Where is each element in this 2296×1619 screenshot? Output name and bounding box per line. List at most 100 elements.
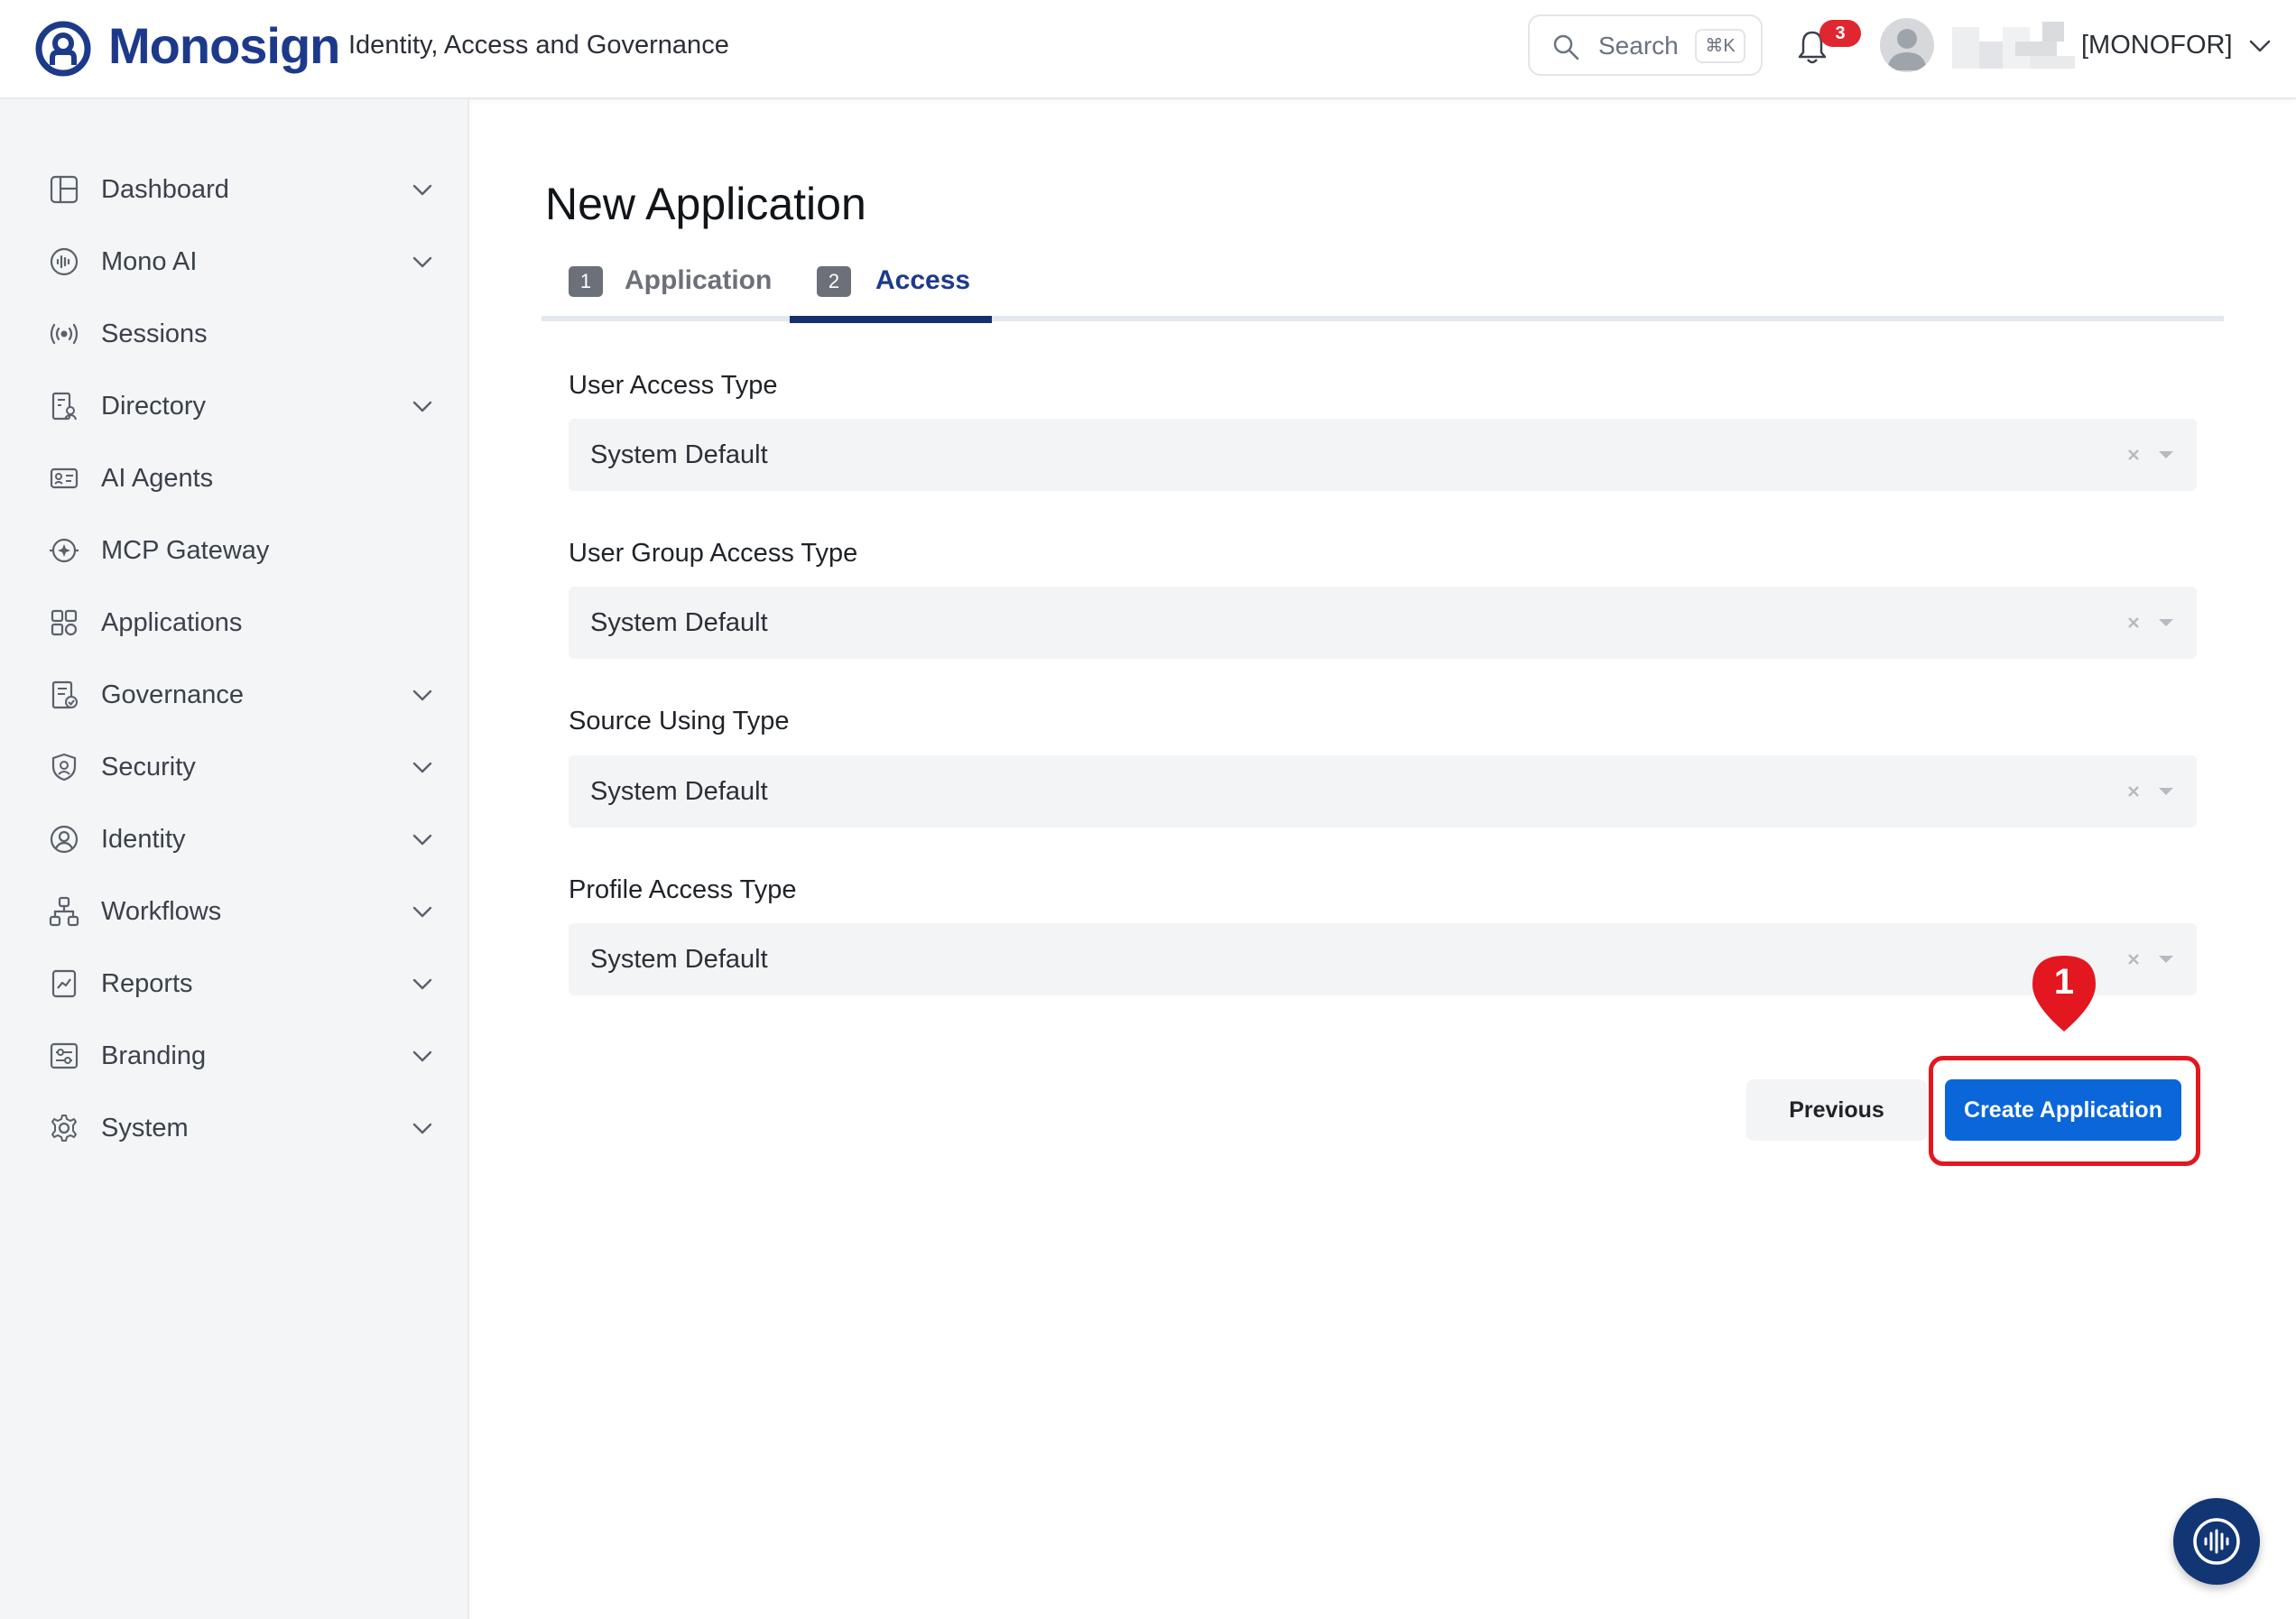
ai-waveform-icon bbox=[50, 247, 79, 276]
sidebar-item-identity[interactable]: Identity bbox=[0, 810, 469, 867]
gateway-icon bbox=[50, 538, 79, 563]
sidebar-item-label: Security bbox=[101, 753, 196, 782]
source-using-type-label: Source Using Type bbox=[569, 707, 790, 735]
sidebar-item-applications[interactable]: Applications bbox=[0, 593, 469, 651]
caret-down-icon[interactable] bbox=[2157, 786, 2175, 797]
sidebar-item-workflows[interactable]: Workflows bbox=[0, 882, 469, 939]
annotation-highlight-box bbox=[1929, 1056, 2200, 1166]
tab-access[interactable]: 2 Access bbox=[790, 251, 992, 321]
shield-icon bbox=[51, 753, 77, 782]
gear-icon bbox=[51, 1115, 77, 1142]
chevron-down-icon bbox=[412, 1123, 432, 1134]
user-circle-icon bbox=[50, 825, 79, 854]
select-value: System Default bbox=[590, 608, 768, 637]
caret-down-icon[interactable] bbox=[2157, 617, 2175, 628]
chevron-down-icon bbox=[412, 256, 432, 268]
broadcast-icon bbox=[50, 323, 79, 345]
chevron-down-icon bbox=[412, 184, 432, 196]
sidebar-item-label: AI Agents bbox=[101, 464, 214, 493]
sidebar-item-label: MCP Gateway bbox=[101, 536, 270, 565]
sidebar-item-mcp-gateway[interactable]: MCP Gateway bbox=[0, 521, 469, 578]
sidebar-item-branding[interactable]: Branding bbox=[0, 1026, 469, 1084]
search-shortcut-badge: ⌘K bbox=[1695, 29, 1745, 63]
tab-label: Application bbox=[625, 265, 773, 295]
chevron-down-icon bbox=[412, 834, 432, 846]
close-icon[interactable] bbox=[2125, 446, 2143, 464]
agent-card-icon bbox=[50, 467, 79, 489]
tab-label: Access bbox=[875, 265, 971, 295]
top-header: Monosign Identity, Access and Governance… bbox=[0, 0, 2296, 99]
user-group-access-type-select[interactable]: System Default bbox=[569, 587, 2197, 659]
tab-step-number: 2 bbox=[817, 266, 851, 297]
sidebar-item-dashboard[interactable]: Dashboard bbox=[0, 160, 469, 217]
governance-icon bbox=[51, 680, 78, 709]
avatar[interactable] bbox=[1880, 18, 1934, 72]
close-icon[interactable] bbox=[2125, 614, 2143, 632]
search-label: Search bbox=[1598, 32, 1679, 60]
sidebar-item-label: Reports bbox=[101, 969, 193, 998]
assistant-chat-button[interactable] bbox=[2173, 1498, 2260, 1585]
monosign-logo-icon[interactable] bbox=[34, 20, 92, 78]
brand-name[interactable]: Monosign bbox=[108, 16, 340, 76]
select-value: System Default bbox=[590, 777, 768, 806]
close-icon[interactable] bbox=[2125, 782, 2143, 800]
user-organization[interactable]: [MONOFOR] bbox=[2081, 29, 2233, 61]
sidebar-item-label: Directory bbox=[101, 392, 207, 421]
user-access-type-label: User Access Type bbox=[569, 371, 778, 400]
sidebar-item-mono-ai[interactable]: Mono AI bbox=[0, 232, 469, 290]
dashboard-icon bbox=[50, 175, 79, 204]
select-value: System Default bbox=[590, 440, 768, 469]
chevron-down-icon bbox=[412, 401, 432, 412]
source-using-type-select[interactable]: System Default bbox=[569, 755, 2197, 828]
sliders-icon bbox=[50, 1042, 79, 1069]
page-title: New Application bbox=[545, 179, 866, 229]
sidebar-item-label: Dashboard bbox=[101, 175, 229, 204]
sidebar-item-label: System bbox=[101, 1114, 189, 1143]
annotation-step-number: 1 bbox=[2053, 962, 2075, 1002]
tab-step-number: 1 bbox=[569, 266, 603, 297]
user-silhouette-icon bbox=[1887, 29, 1927, 70]
workflow-icon bbox=[49, 896, 79, 927]
sidebar-item-label: Workflows bbox=[101, 897, 222, 926]
sidebar-item-security[interactable]: Security bbox=[0, 737, 469, 795]
sidebar-item-reports[interactable]: Reports bbox=[0, 954, 469, 1012]
ai-waveform-icon bbox=[2193, 1518, 2240, 1565]
user-group-access-type-label: User Group Access Type bbox=[569, 539, 858, 568]
sidebar: Dashboard Mono AI Sessions Directory AI … bbox=[0, 99, 469, 1619]
active-tab-indicator bbox=[790, 316, 992, 323]
sidebar-item-ai-agents[interactable]: AI Agents bbox=[0, 449, 469, 506]
apps-grid-icon bbox=[51, 609, 78, 636]
chevron-down-icon bbox=[412, 1050, 432, 1062]
search-button[interactable]: Search ⌘K bbox=[1528, 14, 1763, 76]
directory-icon bbox=[51, 392, 77, 421]
previous-button[interactable]: Previous bbox=[1746, 1079, 1927, 1141]
sidebar-item-label: Sessions bbox=[101, 319, 208, 348]
tab-application[interactable]: 1 Application bbox=[542, 251, 790, 321]
search-icon bbox=[1553, 34, 1579, 60]
user-access-type-select[interactable]: System Default bbox=[569, 419, 2197, 491]
user-name-redacted bbox=[1952, 20, 2075, 69]
sidebar-item-directory[interactable]: Directory bbox=[0, 376, 469, 434]
chevron-down-icon bbox=[412, 978, 432, 990]
sidebar-item-label: Branding bbox=[101, 1041, 207, 1070]
sidebar-item-label: Applications bbox=[101, 608, 243, 637]
close-icon[interactable] bbox=[2125, 950, 2143, 968]
sidebar-item-governance[interactable]: Governance bbox=[0, 665, 469, 723]
sidebar-item-label: Mono AI bbox=[101, 247, 198, 276]
notification-count-badge: 3 bbox=[1819, 20, 1861, 47]
caret-down-icon[interactable] bbox=[2157, 449, 2175, 460]
report-icon bbox=[51, 969, 77, 998]
sidebar-item-system[interactable]: System bbox=[0, 1098, 469, 1156]
sidebar-item-label: Governance bbox=[101, 680, 244, 709]
sidebar-item-label: Identity bbox=[101, 825, 186, 854]
profile-access-type-select[interactable]: System Default bbox=[569, 923, 2197, 995]
chevron-down-icon bbox=[412, 762, 432, 773]
sidebar-item-sessions[interactable]: Sessions bbox=[0, 304, 469, 362]
profile-access-type-label: Profile Access Type bbox=[569, 875, 797, 904]
select-value: System Default bbox=[590, 945, 768, 974]
caret-down-icon[interactable] bbox=[2157, 954, 2175, 965]
chevron-down-icon[interactable] bbox=[2247, 34, 2273, 56]
brand-tagline: Identity, Access and Governance bbox=[348, 31, 729, 60]
chevron-down-icon bbox=[412, 906, 432, 918]
chevron-down-icon bbox=[412, 689, 432, 701]
